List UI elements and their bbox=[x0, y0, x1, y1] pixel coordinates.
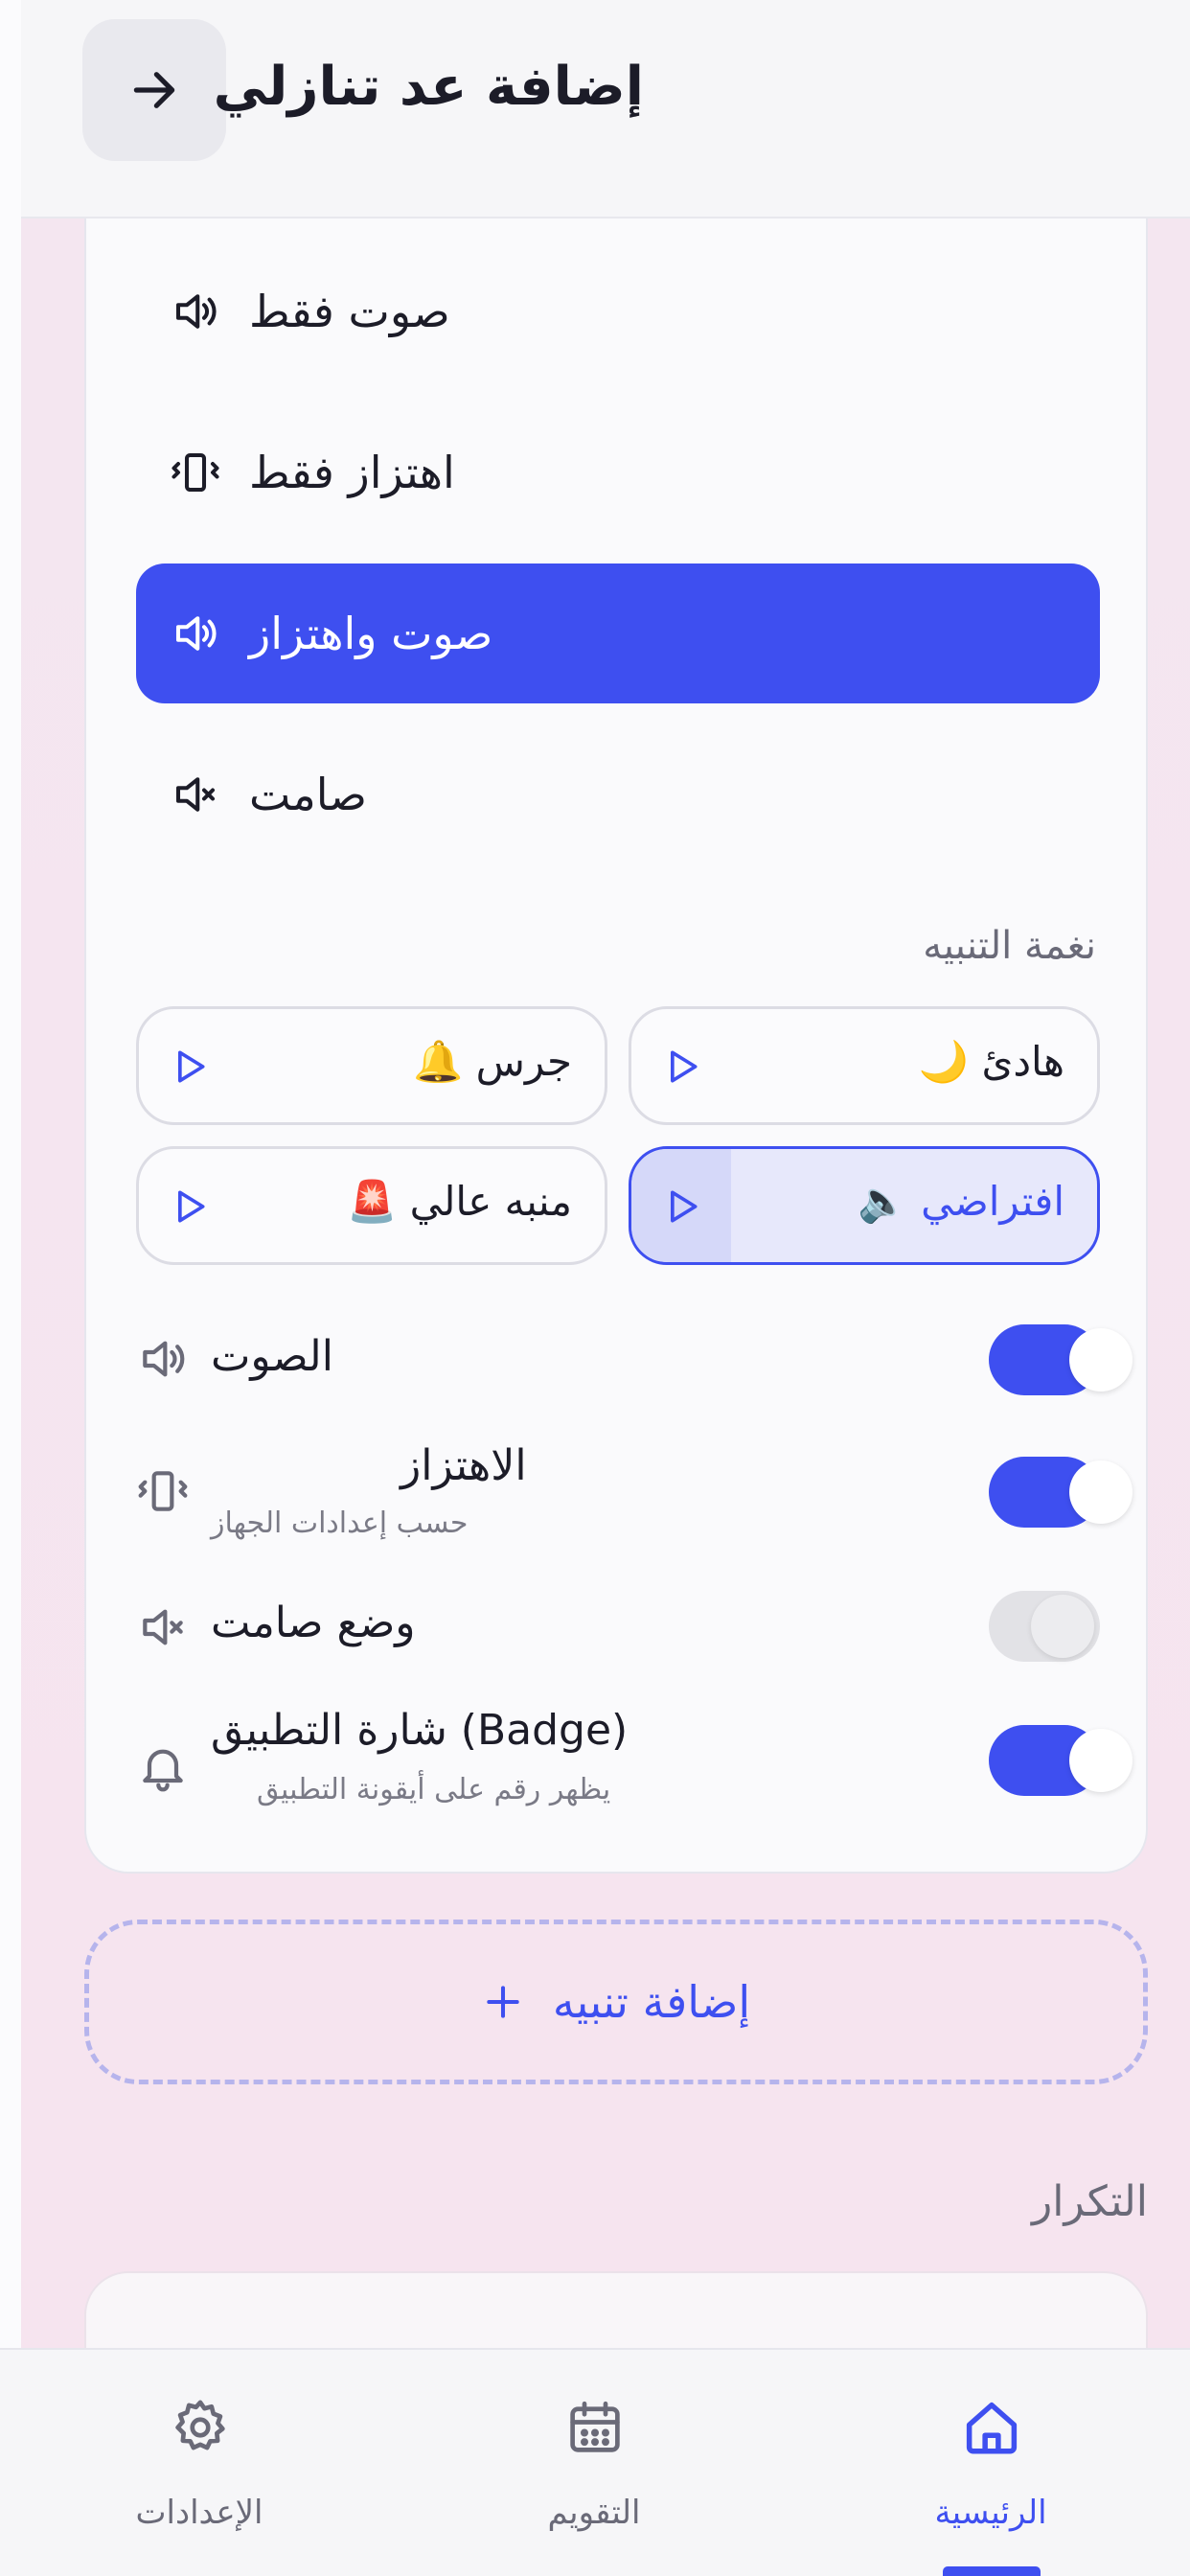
arrow-right-icon bbox=[133, 72, 175, 108]
play-icon[interactable] bbox=[168, 1185, 210, 1228]
setting-label: وضع صامت bbox=[211, 1598, 416, 1647]
setting-row-sound: الصوت bbox=[136, 1303, 1133, 1418]
tone-option-loud-alarm[interactable]: منبه عالي 🚨 bbox=[136, 1146, 607, 1265]
calendar-icon bbox=[570, 2401, 620, 2452]
mode-option-vibrate-only[interactable]: اهتزاز فقط bbox=[136, 402, 1100, 542]
home-icon bbox=[966, 2402, 1018, 2454]
speaker-emoji-icon: 🔈 bbox=[858, 1178, 908, 1225]
add-alert-button[interactable]: إضافة تنبيه bbox=[84, 1920, 1148, 2084]
play-icon[interactable] bbox=[660, 1046, 702, 1088]
back-button[interactable] bbox=[82, 19, 226, 161]
silent-mode-toggle[interactable] bbox=[989, 1591, 1100, 1662]
tone-option-calm[interactable]: هادئ 🌙 bbox=[629, 1006, 1100, 1125]
sound-toggle[interactable] bbox=[989, 1324, 1133, 1395]
vibration-toggle[interactable] bbox=[989, 1457, 1133, 1528]
mode-option-sound-and-vibrate[interactable]: صوت واهتزاز bbox=[136, 564, 1100, 703]
toggle-knob bbox=[1031, 1595, 1094, 1658]
header: إضافة عد تنازلي bbox=[21, 0, 1190, 218]
mode-label: اهتزاز فقط bbox=[249, 447, 455, 498]
left-edge bbox=[0, 0, 21, 2576]
speaker-icon bbox=[143, 1341, 185, 1377]
setting-label: الاهتزاز bbox=[400, 1441, 527, 1490]
tone-label: منبه عالي 🚨 bbox=[346, 1178, 572, 1225]
tone-option-bell[interactable]: جرس 🔔 bbox=[136, 1006, 607, 1125]
setting-sublabel: يظهر رقم على أيقونة التطبيق bbox=[257, 1773, 611, 1806]
active-tab-indicator bbox=[943, 2566, 1041, 2576]
mode-label: صامت bbox=[249, 769, 367, 820]
setting-label: شارة التطبيق (Badge) bbox=[211, 1706, 629, 1755]
siren-icon: 🚨 bbox=[346, 1178, 398, 1225]
speaker-icon bbox=[169, 285, 222, 338]
repeat-section-label: التكرار bbox=[1032, 2177, 1148, 2226]
mode-label: صوت فقط bbox=[249, 286, 450, 337]
toggle-knob bbox=[1069, 1460, 1133, 1524]
toggle-knob bbox=[1069, 1729, 1133, 1792]
gear-icon bbox=[175, 2400, 225, 2450]
moon-icon: 🌙 bbox=[918, 1038, 970, 1085]
badge-toggle[interactable] bbox=[989, 1725, 1133, 1796]
nav-label: الإعدادات bbox=[135, 2494, 263, 2532]
setting-row-vibration: الاهتزاز حسب إعدادات الجهاز bbox=[136, 1438, 1133, 1552]
alert-settings-card: صوت فقط اهتزاز فقط صوت واهتزاز صامت نغمة… bbox=[84, 192, 1148, 1874]
tone-label: افتراضي 🔈 bbox=[858, 1178, 1064, 1225]
play-icon[interactable] bbox=[660, 1185, 702, 1228]
bell-emoji-icon: 🔔 bbox=[412, 1038, 464, 1085]
nav-label: الرئيسية bbox=[934, 2494, 1047, 2532]
tone-section-label: نغمة التنبيه bbox=[923, 924, 1096, 968]
setting-row-badge: شارة التطبيق (Badge) يظهر رقم على أيقونة… bbox=[136, 1706, 1133, 1821]
add-alert-label: إضافة تنبيه bbox=[552, 1976, 751, 2028]
nav-item-home[interactable]: الرئيسية bbox=[847, 2350, 1134, 2576]
mute-icon bbox=[143, 1609, 183, 1645]
tone-label: هادئ 🌙 bbox=[918, 1038, 1064, 1085]
setting-label: الصوت bbox=[211, 1332, 333, 1381]
tone-option-default[interactable]: افتراضي 🔈 bbox=[629, 1146, 1100, 1265]
bottom-navigation: الإعدادات التقويم الرئيسية bbox=[0, 2348, 1190, 2576]
bell-icon bbox=[143, 1749, 183, 1792]
vibrate-icon bbox=[138, 1471, 188, 1511]
speaker-icon bbox=[169, 607, 222, 660]
plus-icon bbox=[487, 1986, 519, 2018]
nav-item-settings[interactable]: الإعدادات bbox=[56, 2350, 343, 2576]
nav-item-calendar[interactable]: التقويم bbox=[450, 2350, 738, 2576]
setting-row-silent-mode: وضع صامت bbox=[136, 1572, 1100, 1687]
page-title: إضافة عد تنازلي bbox=[213, 56, 644, 118]
play-icon[interactable] bbox=[168, 1046, 210, 1088]
tone-label: جرس 🔔 bbox=[412, 1038, 572, 1085]
mode-label: صوت واهتزاز bbox=[249, 608, 493, 659]
mode-option-silent[interactable]: صامت bbox=[136, 724, 1100, 864]
setting-sublabel: حسب إعدادات الجهاز bbox=[211, 1506, 469, 1540]
mode-option-sound-only[interactable]: صوت فقط bbox=[136, 242, 1100, 381]
mute-icon bbox=[169, 768, 222, 821]
vibrate-icon bbox=[169, 446, 222, 499]
nav-label: التقويم bbox=[547, 2494, 641, 2532]
toggle-knob bbox=[1069, 1328, 1133, 1392]
